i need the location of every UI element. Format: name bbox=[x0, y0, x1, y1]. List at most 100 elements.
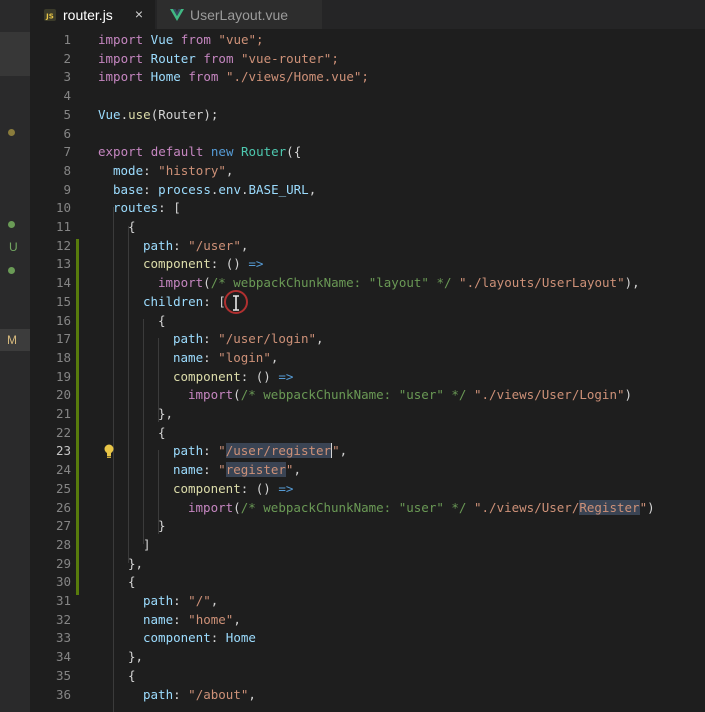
code-line: 21}, bbox=[30, 405, 705, 424]
code-text: }, bbox=[128, 649, 144, 665]
code-text: path: "/user/login", bbox=[173, 331, 324, 347]
code-line: 4 bbox=[30, 87, 705, 106]
line-number: 34 bbox=[55, 649, 71, 665]
code-line: 22 { bbox=[30, 424, 705, 443]
line-number: 27 bbox=[55, 518, 71, 534]
code-text: }, bbox=[158, 406, 174, 421]
close-icon[interactable]: × bbox=[131, 6, 147, 22]
line-number: 3 bbox=[63, 69, 71, 85]
code-line: 1 import Vue from "vue"; bbox=[30, 31, 705, 50]
line-number: 25 bbox=[55, 480, 71, 496]
tab-router-js[interactable]: JS router.js × bbox=[30, 0, 155, 29]
line-number: 8 bbox=[63, 162, 71, 178]
line-number: 17 bbox=[55, 331, 71, 347]
js-file-icon: JS bbox=[43, 8, 57, 22]
code-line: 17 path: "/user/login", bbox=[30, 330, 705, 349]
line-number: 2 bbox=[63, 50, 71, 66]
code-line: 12 path: "/user", bbox=[30, 237, 705, 256]
line-number: 11 bbox=[55, 219, 71, 234]
activity-item-selected[interactable] bbox=[0, 32, 30, 76]
code-text: { bbox=[128, 219, 136, 234]
line-number: 19 bbox=[55, 368, 71, 384]
code-line: 34}, bbox=[30, 648, 705, 667]
match-highlight: register bbox=[225, 462, 286, 478]
code-text: export default new Router({ bbox=[98, 144, 302, 160]
code-text: base: process.env.BASE_URL, bbox=[113, 181, 317, 197]
code-text: }, bbox=[128, 555, 144, 571]
code-text: path: "/user", bbox=[143, 237, 249, 253]
line-number: 15 bbox=[55, 293, 71, 309]
code-line: 35 { bbox=[30, 667, 705, 686]
code-line: 15 children: [ bbox=[30, 293, 705, 312]
git-dot-icon bbox=[8, 221, 15, 228]
code-line: 10 routes: [ bbox=[30, 199, 705, 218]
line-number: 21 bbox=[55, 406, 71, 421]
code-line: 24 name: "register", bbox=[30, 461, 705, 480]
tab-label: UserLayout.vue bbox=[190, 6, 289, 23]
line-number: 22 bbox=[55, 424, 71, 440]
code-text: } bbox=[158, 518, 166, 534]
selected-text: /user/register bbox=[225, 443, 332, 459]
line-number: 5 bbox=[63, 106, 71, 122]
code-text: import(/* webpackChunkName: "user" */ ".… bbox=[188, 387, 633, 403]
code-text: name: "register", bbox=[173, 462, 301, 478]
line-number: 23 bbox=[55, 443, 71, 459]
tab-label: router.js bbox=[63, 6, 113, 23]
code-text: import Vue from "vue"; bbox=[98, 32, 264, 47]
code-text: { bbox=[128, 667, 136, 683]
code-line: 16 { bbox=[30, 312, 705, 331]
line-number: 36 bbox=[55, 686, 71, 702]
editor-window: U M JS router.js × UserLayout.vue 1impor… bbox=[0, 0, 705, 712]
line-number: 9 bbox=[63, 181, 71, 197]
tab-userlayout-vue[interactable]: UserLayout.vue bbox=[157, 0, 322, 29]
line-number: 7 bbox=[63, 144, 71, 160]
code-line: 13 component: () => bbox=[30, 255, 705, 274]
code-line: 9 base: process.env.BASE_URL, bbox=[30, 181, 705, 200]
code-text: Vue.use(Router); bbox=[98, 106, 219, 122]
code-line: 29}, bbox=[30, 555, 705, 574]
line-number: 33 bbox=[55, 630, 71, 646]
code-text: children: [ bbox=[143, 293, 226, 309]
untracked-badge: U bbox=[9, 240, 18, 254]
line-number: 35 bbox=[55, 667, 71, 683]
code-line: 31 path: "/", bbox=[30, 592, 705, 611]
code-line: 3 import Home from "./views/Home.vue"; bbox=[30, 68, 705, 87]
svg-text:JS: JS bbox=[45, 12, 54, 20]
activity-bar: U M bbox=[0, 0, 30, 712]
code-text: component: Home bbox=[143, 630, 256, 646]
code-line: 28] bbox=[30, 536, 705, 555]
code-line: 30 { bbox=[30, 573, 705, 592]
code-editor[interactable]: 1 import Vue from "vue"; 2 import Router f… bbox=[30, 29, 705, 712]
line-number: 30 bbox=[55, 574, 71, 590]
code-text: mode: "history", bbox=[113, 162, 234, 178]
line-number: 18 bbox=[55, 349, 71, 365]
code-line: 27} bbox=[30, 517, 705, 536]
match-highlight: Register bbox=[579, 499, 640, 515]
code-line: 26 import(/* webpackChunkName: "user" */ … bbox=[30, 499, 705, 518]
code-line: 14 import(/* webpackChunkName: "layout" *… bbox=[30, 274, 705, 293]
line-number: 12 bbox=[55, 237, 71, 253]
code-line: 5 Vue.use(Router); bbox=[30, 106, 705, 125]
line-number: 20 bbox=[55, 387, 71, 403]
modified-badge: M bbox=[7, 333, 17, 347]
code-text: path: "/about", bbox=[143, 686, 256, 702]
line-number: 14 bbox=[55, 275, 71, 291]
line-number: 6 bbox=[63, 125, 71, 141]
code-line: 20 import(/* webpackChunkName: "user" */ … bbox=[30, 386, 705, 405]
code-line: 18 name: "login", bbox=[30, 349, 705, 368]
code-text: ] bbox=[143, 536, 151, 552]
code-text: import Router from "vue-router"; bbox=[98, 50, 339, 66]
code-text: import(/* webpackChunkName: "user" */ ".… bbox=[188, 499, 655, 515]
modified-dot-icon bbox=[8, 129, 15, 136]
code-line: 8 mode: "history", bbox=[30, 162, 705, 181]
code-line: 19 component: () => bbox=[30, 368, 705, 387]
code-line: 32 name: "home", bbox=[30, 611, 705, 630]
code-line: 33 component: Home bbox=[30, 629, 705, 648]
code-text: component: () => bbox=[173, 368, 294, 384]
code-text: component: () => bbox=[143, 256, 264, 272]
line-number: 1 bbox=[63, 32, 71, 47]
code-text: routes: [ bbox=[113, 200, 181, 216]
code-text: path: "/user/register", bbox=[173, 443, 348, 459]
line-number: 10 bbox=[55, 200, 71, 216]
line-number: 26 bbox=[55, 499, 71, 515]
